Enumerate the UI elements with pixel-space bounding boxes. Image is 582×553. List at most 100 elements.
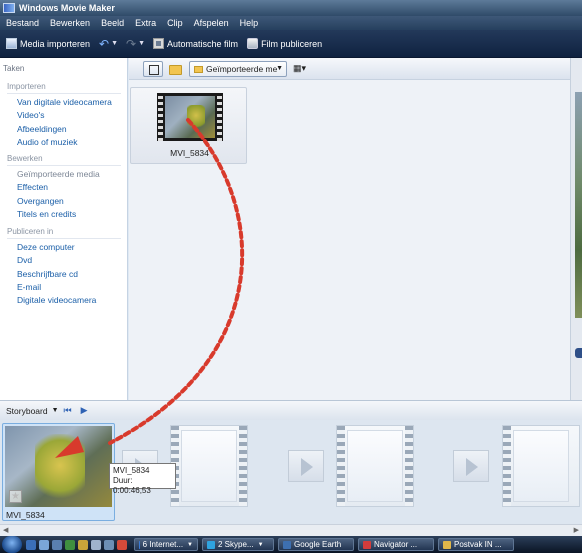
link-videos[interactable]: Video's <box>7 109 121 122</box>
menu-bewerken[interactable]: Bewerken <box>50 18 90 28</box>
media-clip-tile[interactable]: MVI_5834 <box>130 87 247 164</box>
effect-star-icon[interactable]: ★ <box>9 490 22 503</box>
auto-film-button[interactable]: Automatische film <box>153 38 238 49</box>
storyboard-header: Storyboard ▼ ⏮ ▶ <box>0 400 582 420</box>
navigator-icon <box>363 540 371 549</box>
taskbar-task-label: 6 Internet... <box>142 540 184 549</box>
task-pane-title: Taken <box>3 64 25 73</box>
frame-inner <box>347 430 403 502</box>
tree-image <box>35 434 85 504</box>
section-header: Publiceren in <box>7 227 121 239</box>
view-options-icon[interactable]: ▦▾ <box>293 61 315 77</box>
movie-maker-icon <box>3 3 15 13</box>
auto-film-icon <box>153 38 165 49</box>
taskbar-postvak[interactable]: Postvak IN ... <box>438 538 514 551</box>
preview-image <box>575 92 582 318</box>
redo-icon[interactable]: ↷ <box>126 37 136 51</box>
skype-icon <box>207 540 215 549</box>
redo-dropdown-icon[interactable]: ▼ <box>138 40 145 47</box>
undo-icon[interactable]: ↶ <box>99 37 109 51</box>
taskbar-google-earth[interactable]: Google Earth <box>278 538 354 551</box>
menu-extra[interactable]: Extra <box>135 18 156 28</box>
import-icon <box>6 38 17 49</box>
frame-inner <box>513 430 569 502</box>
empty-frame-slot[interactable] <box>336 425 414 507</box>
publish-icon <box>247 38 259 49</box>
collections-folder-icon[interactable] <box>167 61 183 77</box>
storyboard-view-label[interactable]: Storyboard <box>6 406 48 416</box>
menu-bar: Bestand Bewerken Beeld Extra Clip Afspel… <box>0 16 582 30</box>
link-audio-muziek[interactable]: Audio of muziek <box>7 136 121 149</box>
film-holes-left <box>337 426 345 506</box>
taskbar-task-label: Google Earth <box>294 540 342 549</box>
quicklaunch-icon[interactable] <box>52 539 62 550</box>
scroll-right-icon[interactable]: ▶ <box>574 526 579 534</box>
play-icon[interactable]: ▶ <box>81 405 88 416</box>
link-email[interactable]: E-mail <box>7 281 121 294</box>
storyboard-dropdown-icon[interactable]: ▼ <box>52 407 59 414</box>
link-imported-media[interactable]: Geïmporteerde media <box>7 168 121 181</box>
auto-film-label: Automatische film <box>167 38 239 49</box>
quicklaunch-icon[interactable] <box>104 539 114 550</box>
preview-play-icon[interactable] <box>575 348 582 358</box>
quicklaunch-icon[interactable] <box>65 539 75 550</box>
menu-beeld[interactable]: Beeld <box>101 18 124 28</box>
menu-clip[interactable]: Clip <box>167 18 183 28</box>
link-effecten[interactable]: Effecten <box>7 181 121 194</box>
dropdown-arrow-icon: ▼ <box>187 541 193 548</box>
link-digital-videocamera[interactable]: Van digitale videocamera <box>7 96 121 109</box>
link-beschrijfbare-cd[interactable]: Beschrijfbare cd <box>7 268 121 281</box>
import-media-button[interactable]: Media importeren <box>6 38 90 49</box>
storyboard-scrollbar[interactable]: ◀ ▶ <box>0 524 582 536</box>
section-bewerken: Bewerken Geïmporteerde media Effecten Ov… <box>7 154 121 221</box>
mail-icon <box>443 540 451 549</box>
taskbar-skype[interactable]: 2 Skype... ▼ <box>202 538 274 551</box>
menu-help[interactable]: Help <box>240 18 259 28</box>
menu-afspelen[interactable]: Afspelen <box>194 18 229 28</box>
clip-frame <box>165 96 215 138</box>
start-button[interactable] <box>2 536 22 553</box>
quicklaunch-icon[interactable] <box>117 539 127 550</box>
publish-film-label: Film publiceren <box>261 38 323 49</box>
clip-thumbnail <box>157 93 223 141</box>
menu-bestand[interactable]: Bestand <box>6 18 39 28</box>
link-afbeeldingen[interactable]: Afbeeldingen <box>7 123 121 136</box>
link-titels-credits[interactable]: Titels en credits <box>7 208 121 221</box>
link-overgangen[interactable]: Overgangen <box>7 195 121 208</box>
tree-image <box>187 105 205 131</box>
storyboard: ★ MVI_5834 <box>0 420 582 524</box>
storyboard-clip-name: MVI_5834 <box>6 510 45 520</box>
taskbar-task-label: 2 Skype... <box>218 540 254 549</box>
tooltip-clip-name: MVI_5834 <box>113 466 150 475</box>
section-publiceren: Publiceren in Deze computer Dvd Beschrij… <box>7 227 121 307</box>
link-dvd[interactable]: Dvd <box>7 254 121 267</box>
quicklaunch-icon[interactable] <box>39 539 49 550</box>
collection-select-value: Geïmporteerde me <box>206 64 278 74</box>
undo-dropdown-icon[interactable]: ▼ <box>111 40 118 47</box>
taskbar-internet[interactable]: 6 Internet... ▼ <box>134 538 198 551</box>
transition-slot[interactable] <box>288 450 324 482</box>
tooltip-duration: Duur: 0:00:46,53 <box>113 476 151 495</box>
import-media-label: Media importeren <box>20 38 91 49</box>
collection-area: Geïmporteerde me ▼ ▦▾ MVI_5834 <box>129 58 570 400</box>
scroll-left-icon[interactable]: ◀ <box>3 526 8 534</box>
storyboard-clip[interactable]: ★ MVI_5834 <box>2 423 115 521</box>
quicklaunch-icon[interactable] <box>26 539 36 550</box>
publish-film-button[interactable]: Film publiceren <box>247 38 322 49</box>
collection-select[interactable]: Geïmporteerde me ▼ <box>189 61 287 77</box>
taskbar-navigator[interactable]: Navigator ... <box>358 538 434 551</box>
link-digitale-videocamera[interactable]: Digitale videocamera <box>7 294 121 307</box>
film-holes-right <box>239 426 247 506</box>
empty-frame-slot[interactable] <box>170 425 248 507</box>
rewind-icon[interactable]: ⏮ <box>64 405 72 416</box>
quicklaunch-icon[interactable] <box>78 539 88 550</box>
google-earth-icon <box>283 540 291 549</box>
clip-tooltip: MVI_5834 Duur: 0:00:46,53 <box>109 463 176 495</box>
link-deze-computer[interactable]: Deze computer <box>7 241 121 254</box>
quicklaunch-icon[interactable] <box>91 539 101 550</box>
window-title: Windows Movie Maker <box>19 3 115 13</box>
empty-frame-slot[interactable] <box>502 425 580 507</box>
transition-slot[interactable] <box>453 450 489 482</box>
task-pane-toggle-button[interactable] <box>143 61 163 77</box>
taskbar-task-label: Postvak IN ... <box>454 540 502 549</box>
